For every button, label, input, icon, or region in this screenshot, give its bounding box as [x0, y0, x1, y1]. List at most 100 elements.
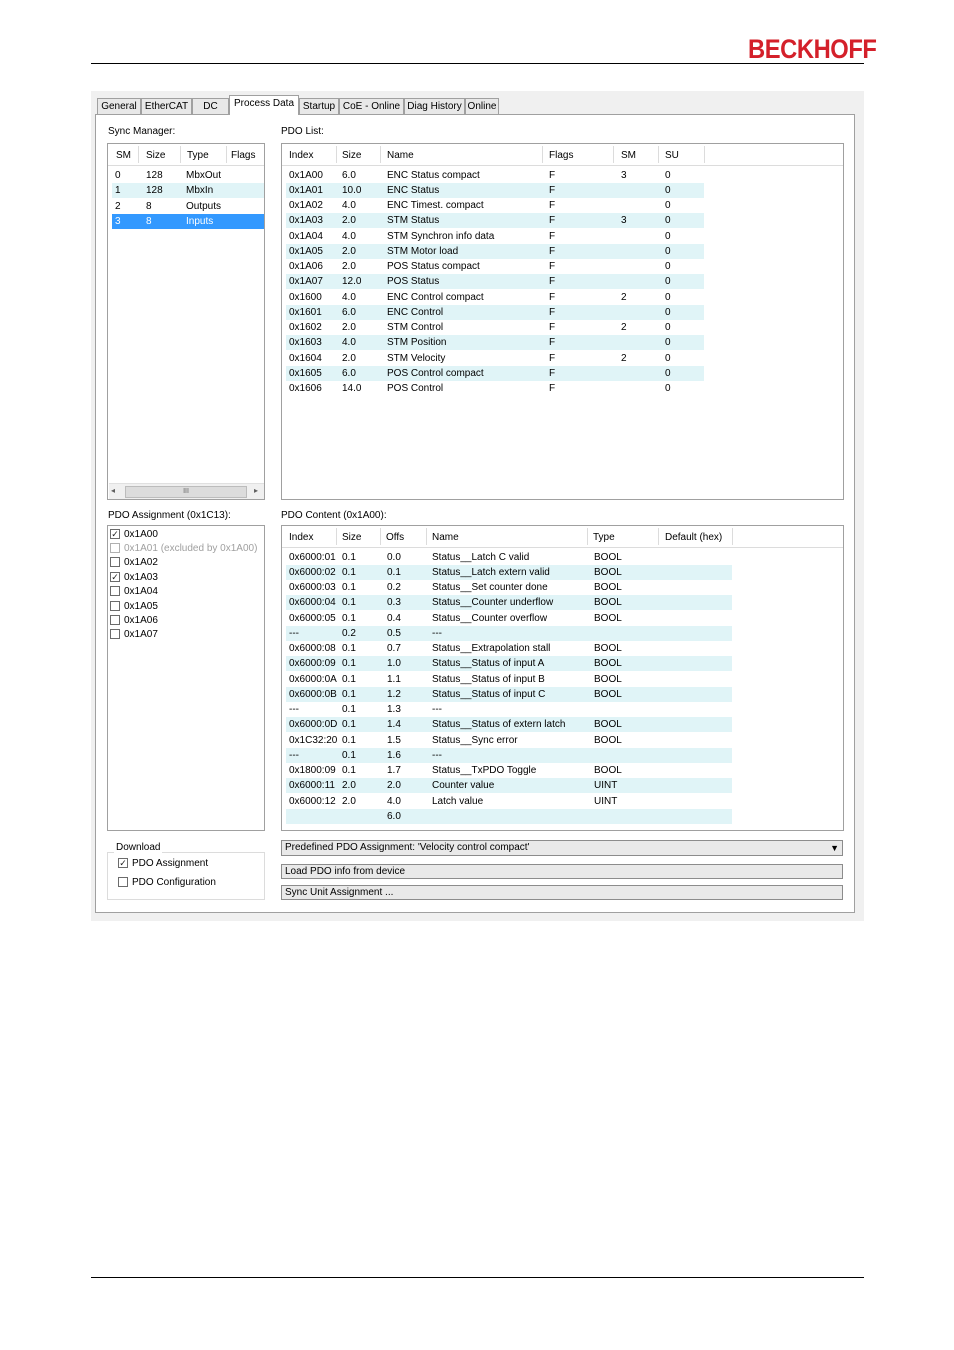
col-name[interactable]: Name — [432, 532, 459, 543]
table-row[interactable]: 0x6000:01 0.1 0.0 Status__Latch C valid BOOL — [286, 550, 732, 565]
checkbox[interactable]: ✓ — [118, 858, 128, 868]
table-row[interactable]: 0x1606 14.0 POS Control F 0 — [286, 381, 704, 396]
tab-coe-online[interactable]: CoE - Online — [339, 98, 404, 114]
pdo-assignment-item[interactable]: 0x1A01 (excluded by 0x1A00) — [110, 542, 260, 556]
table-row[interactable]: 0x6000:09 0.1 1.0 Status__Status of input A… — [286, 656, 732, 672]
table-row[interactable]: 0x6000:05 0.1 0.4 Status__Counter overflow B… — [286, 611, 732, 626]
scroll-thumb[interactable]: III — [125, 486, 247, 498]
tab-general[interactable]: General — [97, 98, 141, 114]
checkbox[interactable]: ✓ — [110, 571, 120, 582]
download-option[interactable]: PDO Configuration — [118, 876, 258, 890]
download-option[interactable]: ✓ PDO Assignment — [118, 857, 258, 871]
table-row[interactable]: 0x1A03 2.0 STM Status F 3 0 — [286, 213, 704, 229]
tab-process-data[interactable]: Process Data — [229, 95, 299, 115]
table-row[interactable]: 0x1C32:20 0.1 1.5 Status__Sync error BOOL — [286, 733, 732, 748]
table-row[interactable]: 0x1A00 6.0 ENC Status compact F 3 0 — [286, 168, 704, 183]
tab-dc[interactable]: DC — [192, 98, 229, 114]
table-row[interactable]: 0x1600 4.0 ENC Control compact F 2 0 — [286, 290, 704, 305]
sync-manager-list[interactable]: SM Size Type Flags 0 128 MbxOut 1 128 MbxIn 2 8… — [107, 143, 265, 500]
predefined-pdo-assignment-select[interactable]: Predefined PDO Assignment: 'Velocity con… — [281, 840, 843, 856]
cell-size: 4.0 — [342, 337, 356, 349]
load-pdo-info-button[interactable]: Load PDO info from device — [281, 864, 843, 879]
table-row[interactable]: 0x1603 4.0 STM Position F 0 — [286, 335, 704, 351]
table-row[interactable]: 0x1A07 12.0 POS Status F 0 — [286, 274, 704, 290]
cell-size: 2.0 — [342, 215, 356, 227]
checkbox[interactable]: ✓ — [110, 528, 120, 539]
table-row[interactable]: 0x1605 6.0 POS Control compact F 0 — [286, 365, 704, 381]
table-row[interactable]: 6.0 — [286, 808, 732, 824]
table-row[interactable]: 0x1A05 2.0 STM Motor load F 0 — [286, 243, 704, 259]
table-row[interactable]: 0x6000:02 0.1 0.1 Status__Latch extern vali… — [286, 564, 732, 580]
col-index[interactable]: Index — [289, 532, 313, 543]
sync-unit-assignment-button[interactable]: Sync Unit Assignment ... — [281, 885, 843, 900]
col-type[interactable]: Type — [187, 150, 209, 161]
table-row[interactable]: 0x1602 2.0 STM Control F 2 0 — [286, 320, 704, 335]
table-row[interactable]: 0x1604 2.0 STM Velocity F 2 0 — [286, 351, 704, 366]
cell-size: 6.0 — [342, 306, 356, 318]
col-sm[interactable]: SM — [621, 150, 636, 161]
col-default[interactable]: Default (hex) — [665, 532, 722, 543]
checkbox[interactable] — [118, 877, 128, 887]
checkbox[interactable] — [110, 614, 120, 625]
table-row[interactable]: 0x1800:09 0.1 1.7 Status__TxPDO Toggle BOOL — [286, 763, 732, 778]
tab-startup[interactable]: Startup — [299, 98, 339, 114]
pdo-list[interactable]: Index Size Name Flags SM SU 0x1A00 6.0 ENC… — [281, 143, 844, 500]
table-row[interactable]: --- 0.1 1.6 --- — [286, 747, 732, 763]
beckhoff-logo: BECKHOFF — [748, 34, 877, 64]
table-row[interactable]: 0x1A04 4.0 STM Synchron info data F 0 — [286, 229, 704, 244]
checkbox[interactable] — [110, 629, 120, 640]
cell-type: BOOL — [594, 765, 622, 776]
col-flags[interactable]: Flags — [231, 150, 255, 161]
scroll-left-arrow[interactable]: ◂ — [111, 486, 115, 495]
tab-ethercat[interactable]: EtherCAT — [141, 98, 192, 114]
table-row[interactable]: --- 0.2 0.5 --- — [286, 625, 732, 641]
table-row[interactable]: 0x6000:04 0.1 0.3 Status__Counter underflow… — [286, 595, 732, 611]
col-sm[interactable]: SM — [116, 150, 131, 161]
col-su[interactable]: SU — [665, 150, 679, 161]
table-row[interactable]: 0x6000:0D 0.1 1.4 Status__Status of extern … — [286, 717, 732, 733]
checkbox[interactable] — [110, 542, 120, 553]
cell-flags: F — [549, 200, 556, 211]
col-index[interactable]: Index — [289, 150, 313, 161]
table-row[interactable]: 0x6000:03 0.1 0.2 Status__Set counter done B… — [286, 580, 732, 595]
table-row[interactable]: 0x6000:12 2.0 4.0 Latch value UINT — [286, 794, 732, 809]
pdo-assignment-item[interactable]: ✓ 0x1A00 — [110, 528, 260, 542]
tab-online[interactable]: Online — [465, 98, 499, 114]
tab-diag-history[interactable]: Diag History — [404, 98, 465, 114]
table-row[interactable]: 0x6000:0B 0.1 1.2 Status__Status of input C… — [286, 686, 732, 702]
col-flags[interactable]: Flags — [549, 150, 573, 161]
cell-su: 0 — [665, 215, 671, 227]
col-name[interactable]: Name — [387, 150, 414, 161]
table-row[interactable]: 0x6000:08 0.1 0.7 Status__Extrapolation sta… — [286, 641, 732, 656]
table-row[interactable]: 0x1A06 2.0 POS Status compact F 0 — [286, 259, 704, 274]
col-type[interactable]: Type — [593, 532, 615, 543]
checkbox[interactable] — [110, 557, 120, 568]
table-row[interactable]: --- 0.1 1.3 --- — [286, 702, 732, 717]
col-size[interactable]: Size — [146, 150, 165, 161]
pdo-assignment-item[interactable]: 0x1A02 — [110, 556, 260, 570]
table-row[interactable]: 0x1601 6.0 ENC Control F 0 — [286, 304, 704, 320]
table-row[interactable]: 2 8 Outputs — [112, 199, 264, 214]
table-row[interactable]: 0x6000:0A 0.1 1.1 Status__Status of input B… — [286, 672, 732, 687]
sync-manager-scrollbar[interactable]: ◂ III ▸ — [109, 483, 264, 499]
pdo-assignment-item[interactable]: 0x1A07 — [110, 628, 260, 642]
pdo-assignment-item[interactable]: 0x1A04 — [110, 585, 260, 599]
cell-name: Status__Status of input B — [432, 673, 545, 685]
table-row[interactable]: 0x6000:11 2.0 2.0 Counter value UINT — [286, 778, 732, 794]
checkbox[interactable] — [110, 600, 120, 611]
pdo-content-list[interactable]: Index Size Offs Name Type Default (hex) … — [281, 525, 844, 831]
col-size[interactable]: Size — [342, 150, 361, 161]
checkbox[interactable] — [110, 586, 120, 597]
pdo-assignment-item[interactable]: ✓ 0x1A03 — [110, 571, 260, 585]
table-row[interactable]: 0x1A01 10.0 ENC Status F 0 — [286, 182, 704, 198]
pdo-assignment-item[interactable]: 0x1A05 — [110, 600, 260, 614]
table-row[interactable]: 1 128 MbxIn — [112, 183, 264, 199]
table-row[interactable]: 3 8 Inputs — [112, 213, 264, 229]
col-offs[interactable]: Offs — [386, 532, 404, 543]
cell-index: 0x1A04 — [289, 230, 323, 242]
pdo-assignment-item[interactable]: 0x1A06 — [110, 614, 260, 628]
scroll-right-arrow[interactable]: ▸ — [254, 486, 258, 495]
table-row[interactable]: 0 128 MbxOut — [112, 168, 264, 183]
table-row[interactable]: 0x1A02 4.0 ENC Timest. compact F 0 — [286, 198, 704, 213]
col-size[interactable]: Size — [342, 532, 361, 543]
